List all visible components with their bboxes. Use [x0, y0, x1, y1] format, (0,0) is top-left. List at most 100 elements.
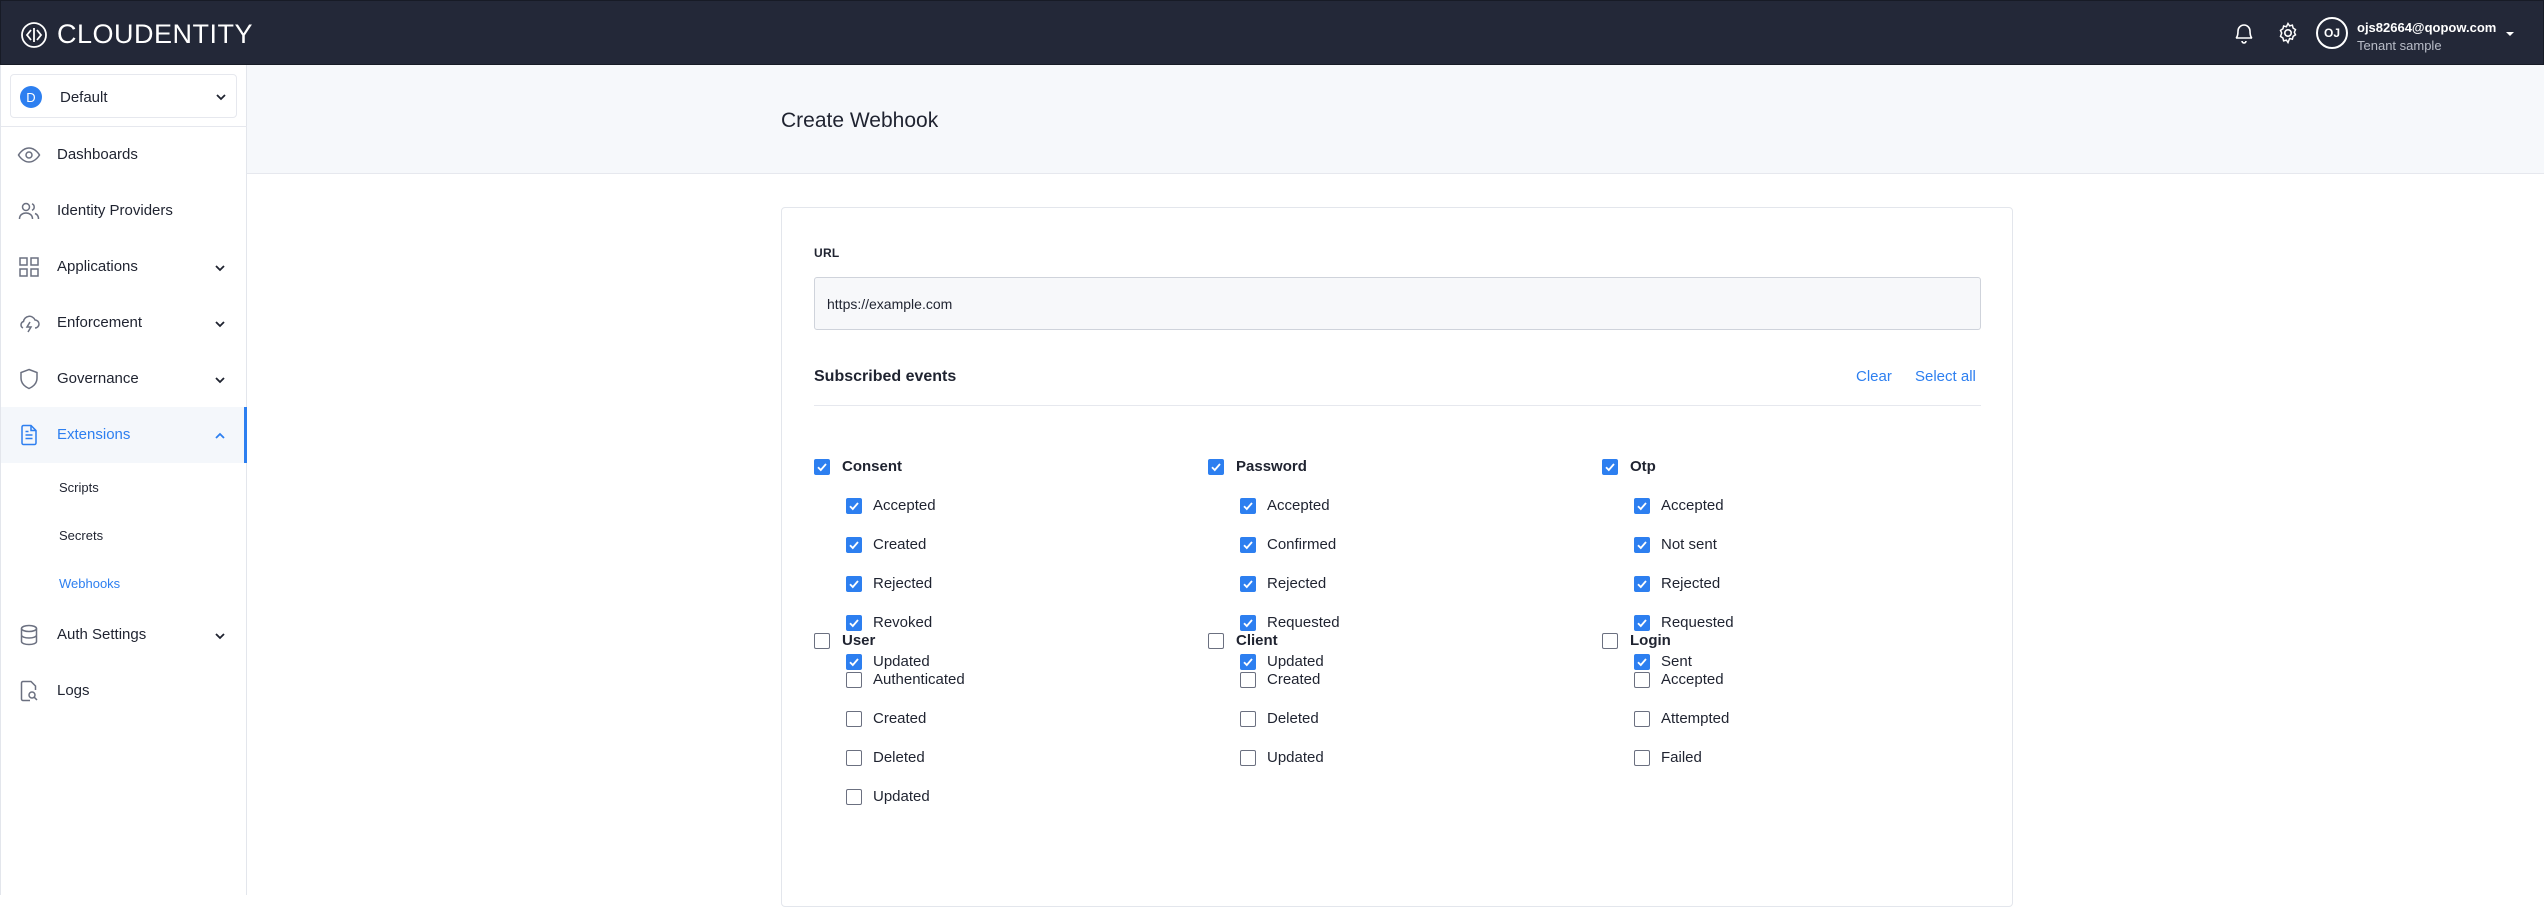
checkbox-user-authenticated[interactable]	[846, 672, 862, 688]
event-label: Created	[1267, 671, 1321, 688]
event-label: Created	[873, 710, 927, 727]
chevron-down-icon	[215, 633, 225, 640]
checkbox-user-created[interactable]	[846, 711, 862, 727]
workspace-selector[interactable]: D Default	[10, 74, 237, 118]
checkbox-user-deleted[interactable]	[846, 750, 862, 766]
eye-icon	[17, 147, 41, 163]
database-icon	[20, 624, 38, 646]
sidebar-item-dashboards[interactable]: Dashboards	[1, 127, 247, 183]
sidebar-subitem-scripts[interactable]: Scripts	[59, 480, 99, 495]
checkbox-login-attempted[interactable]	[1634, 711, 1650, 727]
sidebar-item-logs[interactable]: Logs	[1, 663, 247, 719]
checkbox-consent-revoked[interactable]	[846, 615, 862, 631]
gear-icon[interactable]	[2276, 21, 2300, 45]
cloudentity-logo-icon	[21, 21, 47, 48]
page-title: Create Webhook	[781, 109, 939, 132]
checkbox-password-rejected[interactable]	[1240, 576, 1256, 592]
webhook-form-card: URL Subscribed events Clear Select all C…	[781, 207, 2013, 907]
sidebar-item-enforcement[interactable]: Enforcement	[1, 295, 247, 351]
sidebar-subitem-secrets[interactable]: Secrets	[59, 528, 103, 543]
workspace-name: Default	[60, 89, 108, 106]
sidebar-item-label: Applications	[57, 258, 138, 275]
event-label: Accepted	[873, 497, 936, 514]
event-label: Rejected	[1661, 575, 1721, 592]
event-label: Confirmed	[1267, 536, 1337, 553]
checkbox-client-updated[interactable]	[1240, 750, 1256, 766]
checkbox-consent-updated[interactable]	[846, 654, 862, 670]
sidebar-item-applications[interactable]: Applications	[1, 239, 247, 295]
checkbox-consent-rejected[interactable]	[846, 576, 862, 592]
event-label: Accepted	[1661, 671, 1724, 688]
event-label: Rejected	[873, 575, 933, 592]
group-label-consent: Consent	[842, 458, 902, 475]
event-label: Authenticated	[873, 671, 965, 688]
chevron-up-icon	[215, 432, 225, 439]
checkbox-login-accepted[interactable]	[1634, 672, 1650, 688]
user-tenant: Tenant sample	[2357, 38, 2442, 53]
sidebar-item-label: Logs	[57, 682, 90, 699]
checkbox-consent-accepted[interactable]	[846, 498, 862, 514]
checkbox-otp-requested[interactable]	[1634, 615, 1650, 631]
bell-icon[interactable]	[2232, 21, 2256, 45]
sidebar-item-auth-settings[interactable]: Auth Settings	[1, 607, 247, 663]
event-label: Deleted	[873, 749, 925, 766]
checkbox-otp-sent[interactable]	[1634, 654, 1650, 670]
users-icon	[18, 202, 40, 220]
sidebar-subitem-webhooks[interactable]: Webhooks	[59, 576, 120, 591]
event-label: Accepted	[1267, 497, 1330, 514]
checkbox-consent-created[interactable]	[846, 537, 862, 553]
checkbox-password-accepted[interactable]	[1240, 498, 1256, 514]
chevron-down-icon	[215, 265, 225, 272]
group-label-client: Client	[1236, 632, 1278, 649]
url-input[interactable]	[814, 277, 1981, 330]
checkbox-group-otp[interactable]	[1602, 459, 1618, 475]
clear-button[interactable]: Clear	[1856, 368, 1892, 385]
top-bar: CLOUDENTITY OJ ojs82664@qopow.com Tenant…	[0, 0, 2544, 65]
file-text-icon	[21, 424, 37, 446]
sidebar-item-governance[interactable]: Governance	[1, 351, 247, 407]
shield-icon	[20, 368, 38, 390]
event-label: Rejected	[1267, 575, 1327, 592]
avatar[interactable]: OJ	[2316, 17, 2348, 49]
grid-icon	[19, 257, 39, 277]
brand-name: CLOUDENTITY	[57, 19, 254, 49]
event-label: Sent	[1661, 653, 1692, 670]
checkbox-group-consent[interactable]	[814, 459, 830, 475]
sidebar-item-label: Identity Providers	[57, 202, 173, 219]
checkbox-password-requested[interactable]	[1240, 615, 1256, 631]
select-all-button[interactable]: Select all	[1915, 368, 1976, 385]
sidebar-item-label: Extensions	[57, 426, 131, 443]
sidebar-item-label: Governance	[57, 370, 139, 387]
checkbox-group-client[interactable]	[1208, 633, 1224, 649]
event-label: Revoked	[873, 614, 933, 631]
checkbox-group-user[interactable]	[814, 633, 830, 649]
checkbox-client-deleted[interactable]	[1240, 711, 1256, 727]
checkbox-client-created[interactable]	[1240, 672, 1256, 688]
checkbox-group-login[interactable]	[1602, 633, 1618, 649]
checkbox-login-failed[interactable]	[1634, 750, 1650, 766]
event-label: Updated	[873, 653, 930, 670]
event-label: Attempted	[1661, 710, 1730, 727]
page-header: Create Webhook	[247, 65, 2544, 174]
checkbox-user-updated[interactable]	[846, 789, 862, 805]
event-label: Updated	[1267, 749, 1324, 766]
group-label-user: User	[842, 632, 876, 649]
url-label: URL	[814, 246, 840, 260]
event-label: Requested	[1661, 614, 1734, 631]
caret-down-icon[interactable]	[2504, 28, 2516, 40]
sidebar-item-identity-providers[interactable]: Identity Providers	[1, 183, 247, 239]
checkbox-group-password[interactable]	[1208, 459, 1224, 475]
chevron-down-icon	[215, 377, 225, 384]
sidebar-item-label: Enforcement	[57, 314, 143, 331]
sidebar-item-extensions[interactable]: Extensions	[1, 407, 248, 463]
checkbox-otp-rejected[interactable]	[1634, 576, 1650, 592]
user-email[interactable]: ojs82664@qopow.com	[2357, 20, 2496, 35]
sidebar-item-label: Dashboards	[57, 146, 138, 163]
checkbox-password-updated[interactable]	[1240, 654, 1256, 670]
section-divider	[814, 405, 1981, 406]
checkbox-otp-not-sent[interactable]	[1634, 537, 1650, 553]
checkbox-otp-accepted[interactable]	[1634, 498, 1650, 514]
checkbox-password-confirmed[interactable]	[1240, 537, 1256, 553]
brand-logo[interactable]: CLOUDENTITY	[21, 19, 253, 50]
event-label: Accepted	[1661, 497, 1724, 514]
